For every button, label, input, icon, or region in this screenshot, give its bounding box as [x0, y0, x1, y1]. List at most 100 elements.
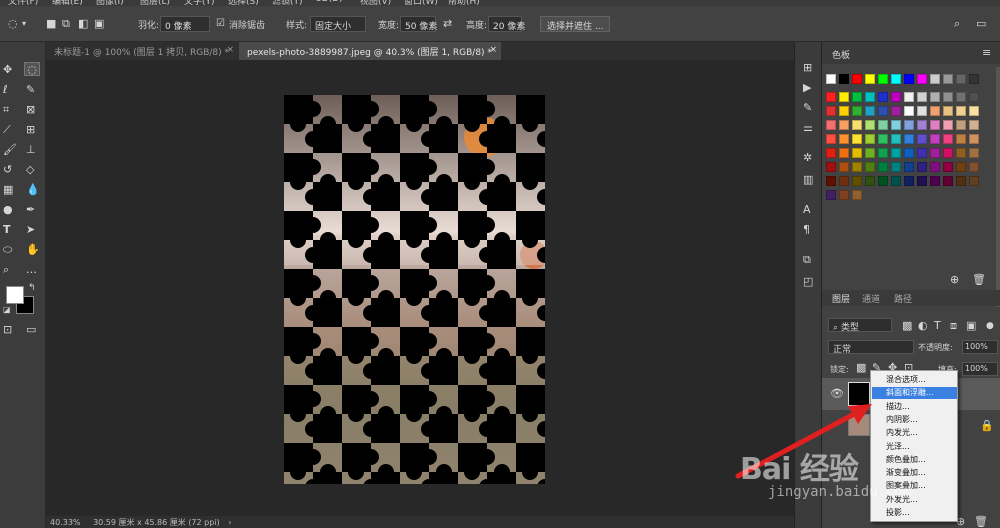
gradient-tool-icon[interactable]: ▦ [3, 184, 13, 196]
feather-input[interactable]: 0 像素 [160, 16, 210, 32]
color-swatch[interactable] [839, 74, 849, 84]
swatch-scrollbar[interactable] [996, 67, 1000, 307]
color-swatch[interactable] [917, 120, 927, 130]
color-swatch[interactable] [904, 74, 914, 84]
close-icon[interactable]: × [226, 45, 234, 55]
quick-select-tool-icon[interactable]: ✎ [26, 84, 35, 96]
width-input[interactable]: 50 像素 [400, 16, 437, 32]
history-panel-icon[interactable]: ⊞ [803, 62, 812, 74]
color-swatch[interactable] [917, 148, 927, 158]
color-swatch[interactable] [956, 148, 966, 158]
color-swatch[interactable] [852, 134, 862, 144]
3d-panel-icon[interactable]: ⧉ [803, 254, 811, 266]
color-swatch[interactable] [930, 120, 940, 130]
actions-panel-icon[interactable]: ▶ [803, 82, 811, 94]
ellipse-tool-icon[interactable]: ⬭ [3, 244, 12, 256]
color-swatch[interactable] [891, 120, 901, 130]
tab-untitled-1[interactable]: 未标题-1 @ 100% (图层 1 拷贝, RGB/8) * × [46, 42, 238, 60]
color-swatch[interactable] [904, 120, 914, 130]
delete-layer-icon[interactable]: 🗑 [974, 516, 988, 528]
color-swatch[interactable] [917, 176, 927, 186]
color-swatch[interactable] [891, 106, 901, 116]
color-swatch[interactable] [917, 74, 927, 84]
new-swatch-icon[interactable]: ⊕ [950, 274, 959, 286]
color-swatch[interactable] [930, 134, 940, 144]
color-swatch[interactable] [930, 162, 940, 172]
color-swatch[interactable] [839, 92, 849, 102]
properties-panel-icon[interactable]: ◰ [803, 276, 813, 288]
tab-pexels-photo[interactable]: pexels-photo-3889987.jpeg @ 40.3% (图层 1,… [239, 42, 501, 60]
color-swatch[interactable] [839, 190, 849, 200]
color-swatch[interactable] [865, 92, 875, 102]
color-swatch[interactable] [904, 176, 914, 186]
chevron-down-icon[interactable]: ▾ [22, 18, 26, 30]
hand-tool-icon[interactable]: ✋ [26, 244, 40, 256]
layer-filter-select[interactable]: ⌕ 类型 [828, 318, 892, 333]
chevron-right-icon[interactable]: › [228, 518, 231, 527]
color-swatch[interactable] [917, 106, 927, 116]
document-canvas[interactable] [284, 95, 545, 484]
color-swatch[interactable] [956, 106, 966, 116]
color-swatch[interactable] [826, 190, 836, 200]
color-swatch[interactable] [878, 92, 888, 102]
color-swatch[interactable] [839, 148, 849, 158]
color-swatch[interactable] [943, 176, 953, 186]
color-swatch[interactable] [930, 106, 940, 116]
color-swatch[interactable] [852, 92, 862, 102]
opacity-input[interactable]: 100% [962, 340, 998, 354]
color-swatch[interactable] [865, 106, 875, 116]
screen-mode-icon[interactable]: ▭ [26, 324, 36, 336]
path-select-tool-icon[interactable]: ➤ [26, 224, 35, 236]
zoom-tool-icon[interactable]: ⌕ [3, 264, 9, 276]
height-input[interactable]: 20 像素 [488, 16, 525, 32]
color-swatch[interactable] [878, 176, 888, 186]
new-selection-icon[interactable]: ■ [46, 18, 56, 30]
marquee-tool-preset-icon[interactable]: ◌ [8, 18, 18, 30]
tab-paths[interactable]: 路径 [894, 292, 912, 305]
color-swatch[interactable] [891, 148, 901, 158]
adjust-panel-icon[interactable]: ⚌ [803, 122, 813, 134]
swap-dimensions-icon[interactable]: ⇄ [443, 18, 452, 30]
color-swatch[interactable] [839, 134, 849, 144]
color-swatch[interactable] [969, 120, 979, 130]
color-swatch[interactable] [865, 120, 875, 130]
context-menu-item[interactable]: 混合选项... [872, 374, 957, 386]
eyedropper-tool-icon[interactable]: ⟋ [3, 124, 11, 136]
zoom-readout[interactable]: 40.33% [50, 518, 81, 527]
close-icon[interactable]: × [489, 45, 497, 55]
crop-tool-icon[interactable]: ⌗ [3, 104, 9, 116]
color-swatch[interactable] [904, 92, 914, 102]
context-menu-item[interactable]: 投影... [872, 507, 957, 519]
color-swatch[interactable] [865, 176, 875, 186]
rect-marquee-tool-icon[interactable]: ◌ [24, 62, 40, 76]
color-swatch[interactable] [956, 134, 966, 144]
workspace-icon[interactable]: ▭ [976, 18, 986, 30]
color-swatch[interactable] [852, 106, 862, 116]
blend-mode-select[interactable]: 正常 [828, 340, 914, 355]
tab-layers[interactable]: 图层 [832, 292, 850, 305]
color-swatch[interactable] [943, 92, 953, 102]
color-swatch[interactable] [865, 74, 875, 84]
color-swatch[interactable] [943, 120, 953, 130]
add-to-selection-icon[interactable]: ⧉ [62, 18, 70, 30]
color-swatch[interactable] [969, 176, 979, 186]
panel-menu-icon[interactable]: ≡ [982, 47, 991, 59]
color-swatch[interactable] [943, 162, 953, 172]
swatch-grid[interactable] [826, 74, 979, 244]
color-swatch[interactable] [917, 134, 927, 144]
filter-adjust-icon[interactable]: ◐ [918, 320, 928, 332]
filter-toggle-icon[interactable]: ● [986, 320, 994, 332]
subtract-selection-icon[interactable]: ◧ [78, 18, 88, 30]
color-swatch[interactable] [865, 134, 875, 144]
color-swatch[interactable] [891, 162, 901, 172]
brush-panel-icon[interactable]: ✎ [803, 102, 812, 114]
filter-type-icon[interactable]: T [934, 320, 941, 332]
color-swatch[interactable] [904, 106, 914, 116]
antialias-checkbox[interactable]: ☑ [216, 18, 225, 30]
color-swatch[interactable] [917, 92, 927, 102]
histogram-panel-icon[interactable]: ▥ [803, 174, 813, 186]
color-swatch[interactable] [852, 190, 862, 200]
eraser-tool-icon[interactable]: ◇ [26, 164, 34, 176]
color-swatch[interactable] [852, 74, 862, 84]
color-swatch[interactable] [839, 176, 849, 186]
